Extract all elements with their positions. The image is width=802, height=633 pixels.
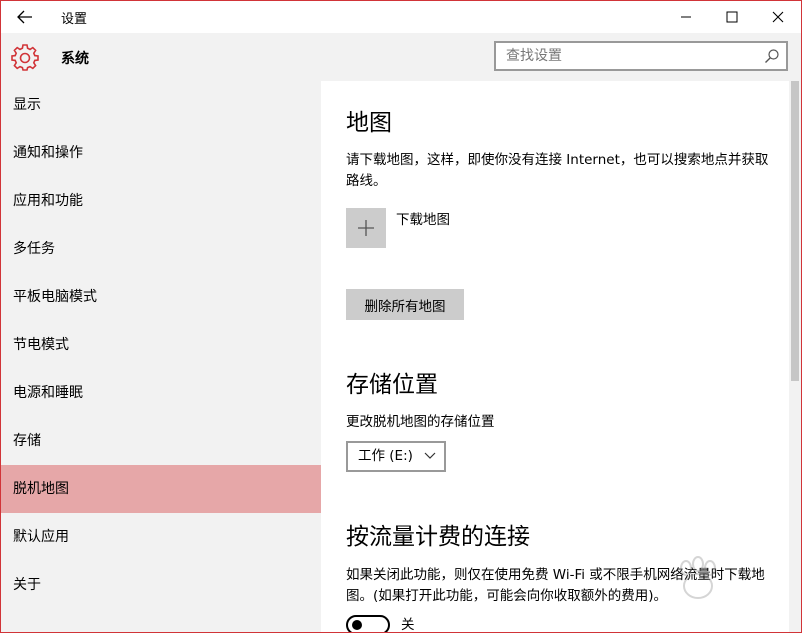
gear-icon	[11, 44, 39, 71]
page-header: 系统	[1, 33, 801, 81]
storage-description: 更改脱机地图的存储位置	[346, 414, 495, 430]
watermark-logo	[680, 556, 716, 599]
sidebar-item-apps-features[interactable]: 应用和功能	[1, 177, 321, 225]
sidebar-item-multitasking[interactable]: 多任务	[1, 225, 321, 273]
sidebar-item-battery-saver[interactable]: 节电模式	[1, 321, 321, 369]
metered-heading: 按流量计费的连接	[346, 524, 530, 550]
close-icon	[772, 11, 784, 23]
dropdown-selected-value: 工作 (E:)	[358, 448, 413, 464]
window-title: 设置	[61, 12, 88, 27]
back-arrow-icon	[17, 10, 32, 24]
search-box[interactable]	[494, 41, 788, 71]
download-maps-button[interactable]	[346, 208, 386, 248]
sidebar-item-about[interactable]: 关于	[1, 561, 321, 609]
section-title: 系统	[61, 51, 89, 67]
close-button[interactable]	[755, 1, 801, 33]
sidebar-item-offline-maps[interactable]: 脱机地图	[1, 465, 321, 513]
search-icon[interactable]	[764, 48, 780, 64]
title-bar: 设置	[1, 1, 801, 33]
maximize-icon	[726, 11, 738, 23]
scrollbar-thumb[interactable]	[791, 81, 799, 381]
maps-heading: 地图	[346, 110, 392, 136]
sidebar-item-display[interactable]: 显示	[1, 81, 321, 129]
back-button[interactable]	[11, 5, 39, 29]
search-input[interactable]	[496, 43, 756, 69]
sidebar-item-default-apps[interactable]: 默认应用	[1, 513, 321, 561]
delete-all-maps-button[interactable]: 删除所有地图	[346, 289, 464, 320]
maps-description: 请下载地图，这样，即使你没有连接 Internet，也可以搜索地点并获取路线。	[346, 152, 769, 189]
minimize-icon	[681, 16, 691, 18]
sidebar-item-tablet-mode[interactable]: 平板电脑模式	[1, 273, 321, 321]
chevron-down-icon	[424, 452, 436, 459]
sidebar-item-notifications[interactable]: 通知和操作	[1, 129, 321, 177]
settings-window: 设置 系统 查找设置 显示 通知和操作 应用和功能 多任务 平板电脑模式 节电模…	[0, 0, 802, 633]
download-maps-label[interactable]: 下载地图	[396, 208, 450, 228]
plus-icon	[358, 220, 374, 236]
maximize-button[interactable]	[709, 1, 755, 33]
sidebar-item-power-sleep[interactable]: 电源和睡眠	[1, 369, 321, 417]
toggle-knob	[352, 620, 362, 630]
storage-location-dropdown[interactable]: 工作 (E:)	[346, 441, 446, 472]
metered-toggle[interactable]	[346, 615, 390, 632]
minimize-button[interactable]	[663, 1, 709, 33]
sidebar-nav: 显示 通知和操作 应用和功能 多任务 平板电脑模式 节电模式 电源和睡眠 存储 …	[1, 81, 321, 632]
toggle-state-label: 关	[401, 617, 415, 632]
sidebar-item-storage[interactable]: 存储	[1, 417, 321, 465]
storage-heading: 存储位置	[346, 372, 438, 398]
